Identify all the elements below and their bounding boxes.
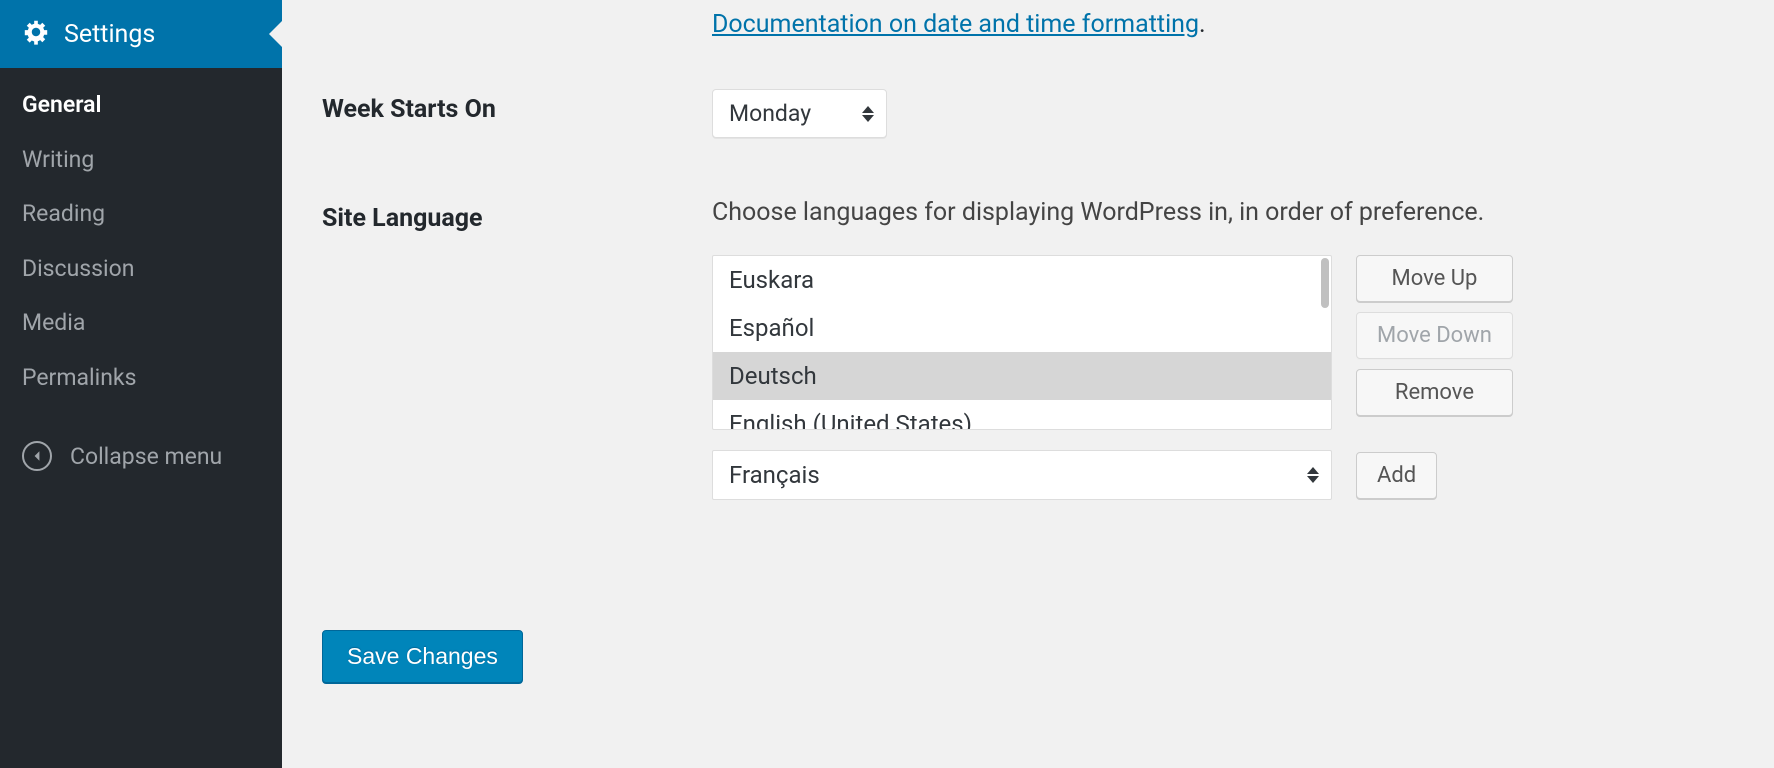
sidebar-item-media[interactable]: Media — [0, 296, 282, 351]
sidebar-items: General Writing Reading Discussion Media… — [0, 68, 282, 415]
sidebar-item-writing[interactable]: Writing — [0, 133, 282, 188]
language-option[interactable]: English (United States) — [713, 400, 1331, 430]
week-starts-value: Monday — [729, 100, 811, 127]
select-arrows-icon — [862, 106, 874, 122]
remove-button[interactable]: Remove — [1356, 369, 1513, 416]
sidebar-item-reading[interactable]: Reading — [0, 187, 282, 242]
collapse-menu[interactable]: Collapse menu — [0, 423, 282, 489]
doc-link-row: Documentation on date and time formattin… — [712, 10, 1734, 39]
add-button[interactable]: Add — [1356, 452, 1437, 499]
sidebar-item-general[interactable]: General — [0, 78, 282, 133]
sidebar: Settings General Writing Reading Discuss… — [0, 0, 282, 768]
add-language-value: Français — [729, 461, 820, 489]
week-starts-select[interactable]: Monday — [712, 89, 887, 138]
settings-icon — [22, 18, 50, 50]
doc-period: . — [1199, 10, 1206, 39]
move-up-button[interactable]: Move Up — [1356, 255, 1513, 302]
week-starts-row: Week Starts On Monday — [322, 89, 1734, 138]
site-language-row: Site Language Choose languages for displ… — [322, 198, 1734, 500]
save-changes-button[interactable]: Save Changes — [322, 630, 523, 683]
sidebar-title: Settings — [64, 20, 155, 49]
site-language-label: Site Language — [322, 198, 712, 233]
sidebar-item-discussion[interactable]: Discussion — [0, 242, 282, 297]
language-option[interactable]: Euskara — [713, 256, 1331, 304]
language-listbox[interactable]: Euskara Español Deutsch English (United … — [712, 255, 1332, 430]
documentation-link[interactable]: Documentation on date and time formattin… — [712, 10, 1199, 39]
collapse-icon — [22, 441, 52, 471]
sidebar-header-settings[interactable]: Settings — [0, 0, 282, 68]
select-arrows-icon — [1307, 467, 1319, 483]
collapse-label: Collapse menu — [70, 443, 222, 470]
scrollbar[interactable] — [1321, 258, 1329, 308]
site-language-description: Choose languages for displaying WordPres… — [712, 198, 1734, 227]
move-down-button: Move Down — [1356, 312, 1513, 359]
language-option-selected[interactable]: Deutsch — [713, 352, 1331, 400]
week-starts-label: Week Starts On — [322, 89, 712, 124]
language-option[interactable]: Español — [713, 304, 1331, 352]
add-language-select[interactable]: Français — [712, 450, 1332, 500]
sidebar-item-permalinks[interactable]: Permalinks — [0, 351, 282, 406]
content: Documentation on date and time formattin… — [282, 0, 1774, 768]
